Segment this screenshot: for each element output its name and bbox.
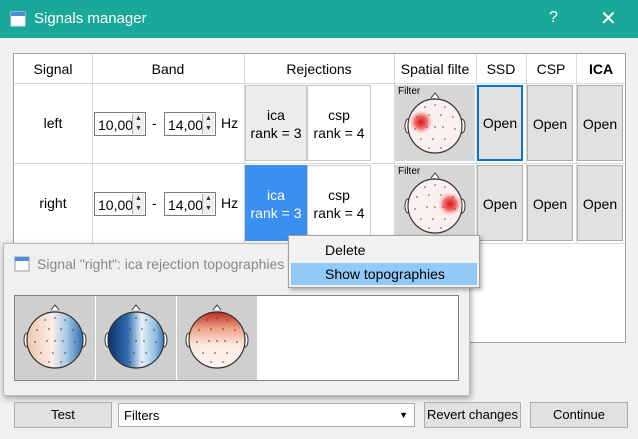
band-low-spinbox-left[interactable]: 10,00 ▲ ▼ [94,112,146,136]
filters-combobox-value: Filters [124,408,160,423]
signal-name-left: left [43,115,63,131]
rejection-csp-left[interactable]: csp rank = 4 [307,85,371,161]
band-high-spinbox-right[interactable]: 14,00 ▲ ▼ [164,192,216,216]
revert-changes-button[interactable]: Revert changes [424,402,521,428]
head-topography-icon [185,304,249,369]
title-bar: Signals manager ? ✕ [0,0,638,38]
open-ica-button-left[interactable]: Open [577,85,623,161]
spin-down-icon[interactable]: ▼ [203,124,214,134]
spin-up-icon[interactable]: ▲ [133,194,144,204]
band-dash: - [152,195,157,211]
signal-name-right: right [39,195,67,211]
open-csp-button-right[interactable]: Open [527,165,573,241]
rejection-type: ica [267,107,285,123]
spin-down-icon[interactable]: ▼ [133,204,144,214]
open-ssd-button-left[interactable]: Open [477,85,523,161]
rejection-rank: rank = 3 [250,205,302,221]
close-button[interactable]: ✕ [600,6,617,31]
chevron-down-icon[interactable]: ▼ [399,410,408,420]
test-button[interactable]: Test [14,402,112,428]
spin-up-icon[interactable]: ▲ [133,114,144,124]
help-button[interactable]: ? [549,9,558,27]
topography-3[interactable] [177,296,257,380]
app-icon [10,11,26,27]
header-band: Band [151,61,185,77]
topography-1[interactable] [15,296,95,380]
open-ica-button-right[interactable]: Open [577,165,623,241]
header-spatial-filter: Spatial filte [400,61,470,77]
topography-2[interactable] [96,296,176,380]
header-csp: CSP [536,61,566,77]
topographies-window-title: Signal "right": ica rejection topographi… [37,256,285,272]
menu-item-delete[interactable]: Delete [291,239,477,261]
spin-buttons[interactable]: ▲ ▼ [132,194,144,214]
spin-buttons[interactable]: ▲ ▼ [202,114,214,134]
spatial-filter-right[interactable]: Filter [395,165,475,241]
rejection-type: csp [328,187,350,203]
rejection-ica-right[interactable]: ica rank = 3 [245,165,307,241]
head-topography-icon [23,304,87,369]
continue-button[interactable]: Continue [530,402,628,428]
band-low-value: 10,00 [98,117,132,133]
band-high-value: 14,00 [168,197,202,213]
band-unit: Hz [221,115,239,131]
spin-buttons[interactable]: ▲ ▼ [132,114,144,134]
spin-down-icon[interactable]: ▼ [133,124,144,134]
grid-line [14,163,625,164]
window-title: Signals manager [34,10,147,27]
context-menu: Delete Show topographies [288,235,480,288]
menu-item-show-topographies[interactable]: Show topographies [291,263,477,285]
spatial-filter-left[interactable]: Filter [395,85,475,161]
open-ssd-button-right[interactable]: Open [477,165,523,241]
header-rejections: Rejections [286,61,352,77]
head-topography-icon [104,304,168,369]
rejection-rank: rank = 3 [250,125,302,141]
filters-combobox[interactable]: Filters ▼ [118,403,415,427]
header-ica: ICA [588,61,614,77]
rejection-rank: rank = 4 [313,205,365,221]
header-ssd: SSD [486,61,516,77]
open-csp-button-left[interactable]: Open [527,85,573,161]
band-high-value: 14,00 [168,117,202,133]
spin-down-icon[interactable]: ▼ [203,204,214,214]
filter-label: Filter [398,86,421,97]
band-low-value: 10,00 [98,197,132,213]
rejection-ica-left[interactable]: ica rank = 3 [245,85,307,161]
band-high-spinbox-left[interactable]: 14,00 ▲ ▼ [164,112,216,136]
spin-up-icon[interactable]: ▲ [203,114,214,124]
rejection-type: ica [267,187,285,203]
header-signal: Signal [33,61,73,77]
rejection-csp-right[interactable]: csp rank = 4 [307,165,371,241]
filter-label: Filter [398,166,421,177]
window-icon [14,256,30,272]
rejection-rank: rank = 4 [313,125,365,141]
band-unit: Hz [221,195,239,211]
spin-up-icon[interactable]: ▲ [203,194,214,204]
spin-buttons[interactable]: ▲ ▼ [202,194,214,214]
grid-line [14,83,625,84]
band-low-spinbox-right[interactable]: 10,00 ▲ ▼ [94,192,146,216]
band-dash: - [152,115,157,131]
topographies-area [14,295,459,381]
rejection-type: csp [328,107,350,123]
